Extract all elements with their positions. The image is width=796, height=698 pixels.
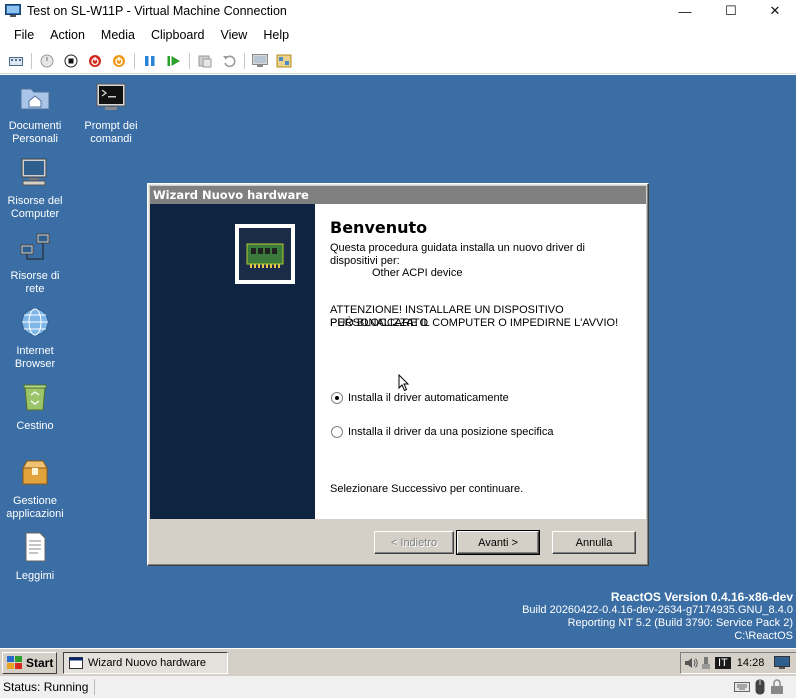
- menu-view[interactable]: View: [212, 28, 255, 42]
- window-icon: [69, 657, 83, 669]
- vm-connection-icon: [5, 4, 21, 17]
- desktop-icon-label: Cestino: [16, 420, 54, 432]
- desktop-icon-label: Gestione applicazioni: [6, 495, 64, 520]
- command-prompt-icon: [96, 83, 126, 110]
- os-reporting-info: Reporting NT 5.2 (Build 3790: Service Pa…: [567, 617, 793, 629]
- keyboard-icon: [734, 682, 750, 692]
- option-install-automatically[interactable]: Installa il driver automaticamente: [331, 392, 509, 404]
- wizard-content: Benvenuto Questa procedura guidata insta…: [315, 204, 646, 519]
- menu-file[interactable]: File: [6, 28, 42, 42]
- toolbar: [0, 48, 796, 74]
- recycle-bin-icon: [23, 384, 47, 411]
- desktop-icon-browser[interactable]: Internet Browser: [0, 306, 70, 371]
- close-button[interactable]: ✕: [752, 0, 796, 22]
- host-status-bar: Status: Running: [0, 676, 796, 698]
- maximize-button[interactable]: ☐: [708, 0, 754, 22]
- back-button[interactable]: < Indietro: [374, 531, 454, 554]
- share-icon[interactable]: [276, 53, 292, 69]
- os-system-path: C:\ReactOS: [734, 630, 793, 642]
- pause-icon[interactable]: [142, 53, 158, 69]
- language-indicator[interactable]: IT: [715, 657, 731, 669]
- start-label: Start: [26, 656, 54, 670]
- desktop-icon-readme[interactable]: Leggimi: [0, 531, 70, 583]
- desktop-icon-app-manager[interactable]: Gestione applicazioni: [0, 456, 70, 521]
- desktop-icon-documents[interactable]: Documenti Personali: [0, 81, 70, 146]
- taskbar-item-label: Wizard Nuovo hardware: [88, 657, 206, 669]
- status-separator: [94, 679, 96, 695]
- vm-status-text: Status: Running: [3, 680, 89, 694]
- toolbar-separator: [189, 52, 190, 69]
- hardware-card-icon: [239, 228, 291, 280]
- option-install-specific-location[interactable]: Installa il driver da una posizione spec…: [331, 426, 553, 438]
- desktop-icon-recycle-bin[interactable]: Cestino: [0, 381, 70, 433]
- wizard-heading: Benvenuto: [330, 218, 428, 237]
- show-desktop-icon[interactable]: [774, 656, 791, 670]
- taskbar-clock[interactable]: 14:28: [737, 657, 765, 669]
- wizard-sidebar: [150, 204, 315, 519]
- globe-icon: [21, 308, 49, 336]
- toolbar-separator: [244, 52, 245, 69]
- desktop-icon-label: Documenti Personali: [8, 120, 62, 145]
- mouse-capture-icon: [755, 679, 765, 695]
- wizard-continue-hint: Selezionare Successivo per continuare.: [330, 483, 524, 495]
- minimize-button[interactable]: —: [662, 0, 708, 22]
- reset-icon[interactable]: [111, 53, 127, 69]
- turn-off-icon[interactable]: [63, 53, 79, 69]
- menu-action[interactable]: Action: [42, 28, 93, 42]
- computer-icon: [21, 158, 47, 186]
- document-icon: [25, 532, 46, 562]
- os-build-info: Build 20260422-0.4.16-dev-2634-g7174935.…: [522, 604, 793, 616]
- network-icon: [20, 233, 50, 260]
- wizard-device-name: Other ACPI device: [372, 267, 463, 279]
- radio-button[interactable]: [331, 426, 343, 438]
- toolbar-separator: [134, 52, 135, 69]
- system-tray: IT 14:28: [680, 652, 796, 674]
- os-version-title: ReactOS Version 0.4.16-x86-dev: [610, 590, 793, 604]
- start-button[interactable]: Start: [2, 652, 57, 674]
- desktop-icon-label: Internet Browser: [14, 345, 56, 370]
- option-label: Installa il driver automaticamente: [348, 392, 509, 404]
- shutdown-icon[interactable]: [87, 53, 103, 69]
- menu-clipboard[interactable]: Clipboard: [143, 28, 213, 42]
- desktop-icon-label: Prompt dei comandi: [84, 120, 138, 145]
- option-label: Installa il driver da una posizione spec…: [348, 426, 554, 438]
- start-icon[interactable]: [39, 53, 55, 69]
- desktop-icon-computer[interactable]: Risorse del Computer: [0, 156, 70, 221]
- desktop-icon-label: Risorse del Computer: [7, 195, 63, 220]
- revert-icon[interactable]: [221, 53, 237, 69]
- wizard-title-bar[interactable]: Wizard Nuovo hardware: [150, 186, 646, 204]
- checkpoint-icon[interactable]: [197, 53, 213, 69]
- desktop-icon-label: Risorse di rete: [10, 270, 60, 295]
- menu-media[interactable]: Media: [93, 28, 143, 42]
- wizard-intro-line1: Questa procedura guidata installa un nuo…: [330, 242, 585, 254]
- reactos-logo-icon: [7, 656, 22, 669]
- mouse-cursor-icon: [398, 374, 410, 392]
- menu-help[interactable]: Help: [255, 28, 297, 42]
- resume-icon[interactable]: [166, 53, 182, 69]
- menu-bar: File Action Media Clipboard View Help: [0, 22, 796, 48]
- wizard-warning-line2: PUÒ BLOCCARE IL COMPUTER O IMPEDIRNE L'A…: [330, 317, 619, 329]
- desktop-icon-label: Leggimi: [15, 570, 55, 582]
- lock-icon: [771, 679, 783, 694]
- hardware-image-frame: [235, 224, 295, 284]
- next-button[interactable]: Avanti >: [456, 530, 540, 555]
- desktop-icon-command-prompt[interactable]: Prompt dei comandi: [76, 81, 146, 146]
- volume-icon[interactable]: [684, 656, 698, 670]
- folder-home-icon: [20, 88, 50, 110]
- window-title: Test on SL-W11P - Virtual Machine Connec…: [27, 4, 287, 18]
- package-icon: [22, 460, 48, 485]
- toolbar-separator: [31, 52, 32, 69]
- radio-button-selected[interactable]: [331, 392, 343, 404]
- guest-desktop: Documenti Personali Prompt dei comandi R…: [0, 75, 796, 648]
- safely-remove-hardware-icon[interactable]: [701, 656, 711, 670]
- desktop-icon-network[interactable]: Risorse di rete: [0, 231, 70, 296]
- enhanced-session-icon[interactable]: [252, 53, 268, 69]
- ctrl-alt-del-icon[interactable]: [8, 53, 24, 69]
- taskbar-item-wizard[interactable]: Wizard Nuovo hardware: [63, 652, 228, 674]
- cancel-button[interactable]: Annulla: [552, 531, 636, 554]
- wizard-body: Benvenuto Questa procedura guidata insta…: [150, 204, 646, 519]
- guest-taskbar: Start Wizard Nuovo hardware IT 14:28: [0, 648, 796, 676]
